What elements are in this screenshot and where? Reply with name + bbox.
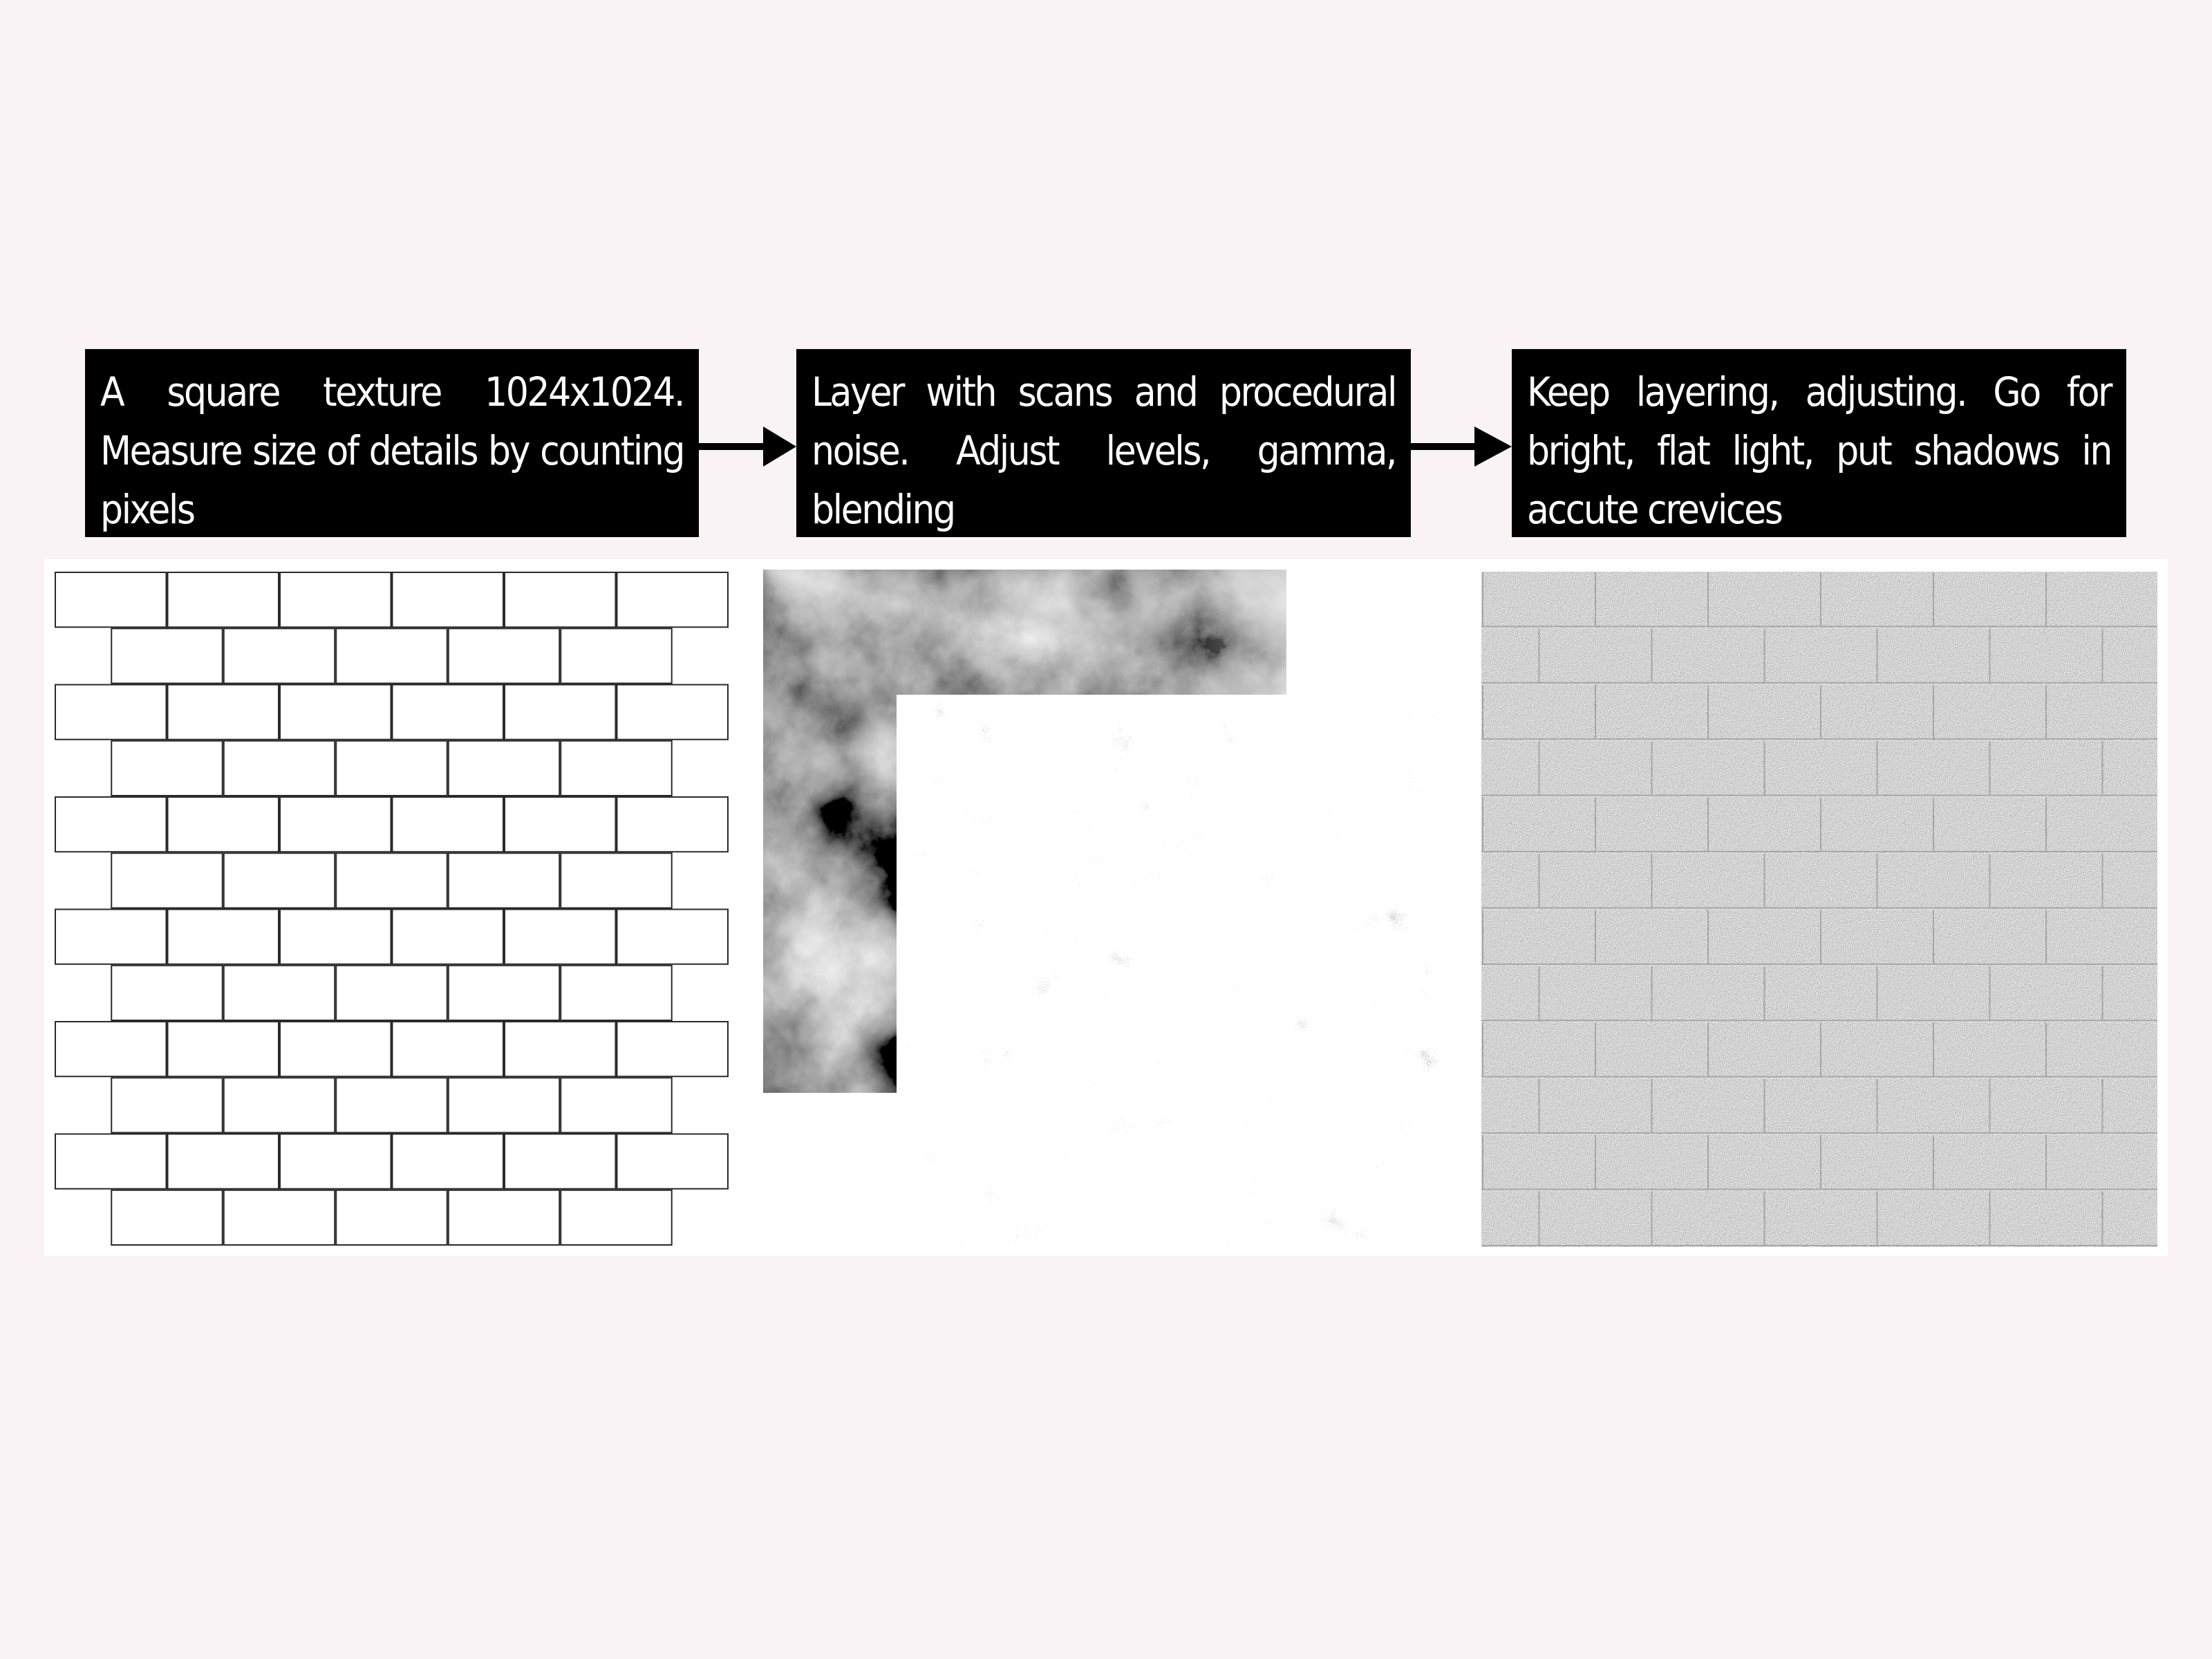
brick-outline bbox=[55, 796, 167, 853]
brick-outline bbox=[391, 908, 504, 965]
brick-outline bbox=[504, 908, 617, 965]
brick-outline bbox=[447, 852, 561, 909]
brick-outline bbox=[335, 628, 448, 684]
brick-outline bbox=[55, 572, 167, 628]
brick-outline bbox=[223, 1189, 336, 1246]
brick-outline bbox=[223, 628, 336, 684]
brick-outline bbox=[560, 628, 673, 684]
brick-outline bbox=[111, 1077, 223, 1134]
step-3-text: Keep layering, adjusting. Go for bright,… bbox=[1527, 368, 2113, 533]
brick-outline bbox=[616, 796, 729, 853]
brick-outline bbox=[55, 1021, 167, 1078]
brick-outline bbox=[560, 964, 673, 1021]
brick-outline bbox=[167, 1021, 279, 1078]
brick-outline bbox=[560, 1189, 673, 1246]
brick-outline bbox=[616, 908, 729, 965]
brick-outline bbox=[111, 740, 223, 796]
brick-outline bbox=[223, 1077, 336, 1134]
brick-outline bbox=[560, 740, 673, 796]
brick-outline bbox=[447, 1189, 561, 1246]
brick-outline bbox=[167, 796, 279, 853]
brick-outline bbox=[335, 1077, 448, 1134]
brick-outline bbox=[335, 964, 448, 1021]
brick-outline bbox=[167, 908, 279, 965]
brick-outline bbox=[504, 1021, 617, 1078]
brick-outline bbox=[560, 852, 673, 909]
grunge-noise-image bbox=[897, 695, 1449, 1247]
brick-outline bbox=[335, 740, 448, 796]
brick-outline bbox=[279, 572, 392, 628]
brick-outline bbox=[391, 1021, 504, 1078]
brick-outline bbox=[223, 852, 336, 909]
step-box-1: A square texture 1024x1024. Measure size… bbox=[85, 349, 699, 537]
brick-outline bbox=[279, 908, 392, 965]
brick-outline bbox=[504, 796, 617, 853]
brick-outline bbox=[504, 572, 617, 628]
arrow-right-icon bbox=[1411, 427, 1512, 467]
brick-outline bbox=[167, 572, 279, 628]
brick-outline bbox=[335, 852, 448, 909]
brick-outline bbox=[504, 684, 617, 740]
brick-outline bbox=[167, 684, 279, 740]
brick-outline bbox=[55, 1133, 167, 1190]
step-1-text: A square texture 1024x1024. Measure size… bbox=[100, 368, 686, 533]
brick-outline bbox=[167, 1133, 279, 1190]
brick-outline bbox=[560, 1077, 673, 1134]
brick-lines bbox=[55, 572, 729, 1246]
brick-outline bbox=[223, 740, 336, 796]
brick-outline bbox=[391, 796, 504, 853]
brick-outline bbox=[111, 852, 223, 909]
brick-outline bbox=[55, 684, 167, 740]
step-box-2: Layer with scans and procedural noise. A… bbox=[796, 349, 1411, 537]
brick-outline bbox=[447, 628, 561, 684]
arrow-right-icon bbox=[699, 427, 796, 467]
brick-outline bbox=[111, 964, 223, 1021]
brick-outline bbox=[279, 1133, 392, 1190]
brick-outline bbox=[223, 964, 336, 1021]
step-2-text: Layer with scans and procedural noise. A… bbox=[812, 368, 1398, 533]
step-box-3: Keep layering, adjusting. Go for bright,… bbox=[1512, 349, 2126, 537]
brick-outline bbox=[55, 908, 167, 965]
brick-outline bbox=[447, 1077, 561, 1134]
brick-outline bbox=[279, 684, 392, 740]
brick-outline bbox=[616, 572, 729, 628]
brick-outline bbox=[616, 1133, 729, 1190]
brick-outline bbox=[391, 1133, 504, 1190]
texture-panel bbox=[44, 559, 2168, 1256]
brick-outline bbox=[279, 1021, 392, 1078]
brick-outline bbox=[447, 964, 561, 1021]
brick-outline bbox=[504, 1133, 617, 1190]
brick-outline bbox=[616, 684, 729, 740]
base-brick-layout-image bbox=[55, 572, 729, 1246]
brick-outline bbox=[391, 572, 504, 628]
brick-outline bbox=[111, 1189, 223, 1246]
brick-outline bbox=[335, 1189, 448, 1246]
brick-outline bbox=[616, 1021, 729, 1078]
brick-outline bbox=[111, 628, 223, 684]
brick-outline bbox=[447, 740, 561, 796]
brick-outline bbox=[279, 796, 392, 853]
final-brick-texture-image bbox=[1481, 572, 2157, 1247]
brick-outline bbox=[391, 684, 504, 740]
